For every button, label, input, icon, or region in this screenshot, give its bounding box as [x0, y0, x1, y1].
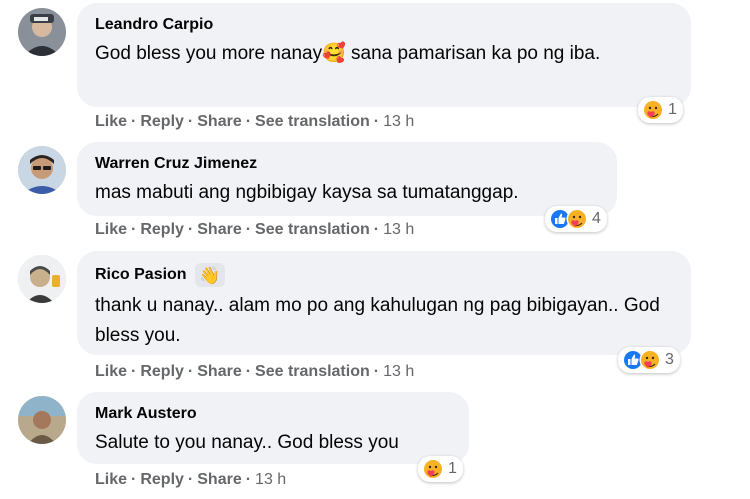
timestamp[interactable]: 13 h	[383, 113, 414, 130]
see-translation-action[interactable]: See translation	[255, 221, 370, 238]
like-action[interactable]: Like	[95, 221, 127, 238]
separator: ·	[187, 113, 194, 130]
separator: ·	[245, 113, 252, 130]
share-action[interactable]: Share	[197, 221, 241, 238]
reaction-summary[interactable]: 1	[418, 456, 463, 482]
like-action[interactable]: Like	[95, 363, 127, 380]
comment-actions: Like · Reply · Share · 13 h	[95, 470, 286, 490]
separator: ·	[245, 221, 252, 238]
separator: ·	[373, 363, 380, 380]
separator: ·	[245, 471, 252, 488]
comment-actions: Like · Reply · Share · See translation · 13 h	[95, 220, 414, 240]
reaction-count: 1	[668, 101, 677, 118]
comment-text: mas mabuti ang ngbibigay kaysa sa tumata…	[95, 182, 519, 203]
commenter-name[interactable]: Leandro Carpio	[95, 15, 673, 35]
care-emoji-icon	[422, 458, 444, 480]
comment-text: thank u nanay.. alam mo po ang kahulugan…	[95, 295, 660, 346]
share-action[interactable]: Share	[197, 113, 241, 130]
timestamp[interactable]: 13 h	[383, 221, 414, 238]
reaction-count: 1	[448, 460, 457, 477]
reply-action[interactable]: Reply	[140, 471, 184, 488]
timestamp[interactable]: 13 h	[383, 363, 414, 380]
care-emoji-icon	[639, 349, 661, 371]
reaction-summary[interactable]: 1	[638, 97, 683, 123]
see-translation-action[interactable]: See translation	[255, 363, 370, 380]
separator: ·	[187, 363, 194, 380]
comment-text: God bless you more nanay🥰 sana pamarisan…	[95, 43, 601, 64]
separator: ·	[187, 221, 194, 238]
reaction-count: 4	[592, 210, 601, 227]
separator: ·	[131, 113, 137, 130]
comment-bubble: Leandro Carpio God bless you more nanay🥰…	[77, 3, 691, 107]
avatar[interactable]	[18, 255, 66, 303]
comment-bubble: Rico Pasion 👋 thank u nanay.. alam mo po …	[77, 251, 691, 355]
comment-actions: Like · Reply · Share · See translation · 13 h	[95, 362, 414, 382]
reaction-count: 3	[665, 351, 674, 368]
commenter-name[interactable]: Mark Austero	[95, 404, 451, 424]
share-action[interactable]: Share	[197, 363, 241, 380]
reply-action[interactable]: Reply	[140, 363, 184, 380]
care-emoji-icon	[642, 99, 664, 121]
avatar[interactable]	[18, 396, 66, 444]
separator: ·	[131, 363, 137, 380]
comment-bubble: Mark Austero Salute to you nanay.. God b…	[77, 392, 469, 464]
care-emoji-icon	[566, 208, 588, 230]
comment-actions: Like · Reply · Share · See translation · 13 h	[95, 112, 414, 132]
separator: ·	[373, 113, 380, 130]
see-translation-action[interactable]: See translation	[255, 113, 370, 130]
separator: ·	[373, 221, 380, 238]
comment-text: Salute to you nanay.. God bless you	[95, 432, 399, 453]
commenter-name[interactable]: Warren Cruz Jimenez	[95, 154, 599, 174]
reaction-summary[interactable]: 4	[545, 206, 607, 232]
commenter-name[interactable]: Rico Pasion 👋	[95, 263, 673, 287]
share-action[interactable]: Share	[197, 471, 241, 488]
separator: ·	[187, 471, 194, 488]
avatar[interactable]	[18, 8, 66, 56]
separator: ·	[131, 221, 137, 238]
reply-action[interactable]: Reply	[140, 113, 184, 130]
wave-hand-icon: 👋	[194, 263, 225, 287]
like-action[interactable]: Like	[95, 113, 127, 130]
like-action[interactable]: Like	[95, 471, 127, 488]
comment-bubble: Warren Cruz Jimenez mas mabuti ang ngbib…	[77, 142, 617, 216]
reply-action[interactable]: Reply	[140, 221, 184, 238]
separator: ·	[131, 471, 137, 488]
separator: ·	[245, 363, 252, 380]
avatar[interactable]	[18, 146, 66, 194]
timestamp[interactable]: 13 h	[255, 471, 286, 488]
reaction-summary[interactable]: 3	[618, 347, 680, 373]
